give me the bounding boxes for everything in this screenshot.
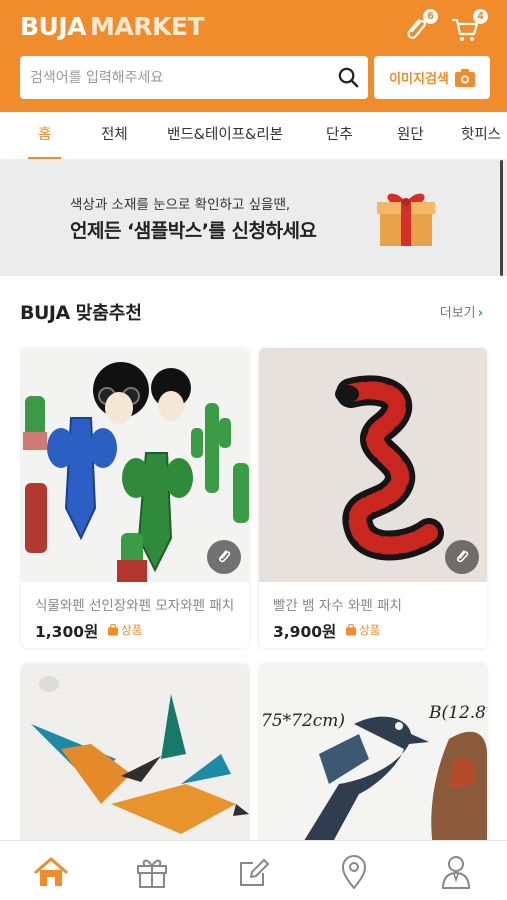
home-icon (34, 857, 68, 886)
tab-fabric[interactable]: 원단 (397, 112, 424, 159)
tab-buttons[interactable]: 단추 (326, 112, 353, 159)
tab-band-tape-ribbon[interactable]: 밴드&테이프&리본 (167, 112, 283, 159)
banner-line-2: 언제든 ‘샘플박스’를 신청하세요 (70, 220, 317, 242)
logo-secondary: MARKET (90, 12, 204, 41)
user-icon (442, 856, 470, 889)
chevron-right-icon: › (477, 306, 483, 321)
shopping-bag-icon (346, 624, 356, 636)
shopping-bag-icon (108, 624, 118, 636)
kingfisher-patch-image (21, 664, 249, 854)
search-input[interactable] (30, 56, 330, 99)
image-search-button[interactable]: 이미지검색 (374, 56, 490, 99)
search-icon[interactable] (337, 66, 360, 89)
clip-button[interactable] (445, 540, 479, 574)
product-card[interactable]: 빨간 뱀 자수 와펜 패치 3,900원 상품 (259, 348, 487, 648)
product-card[interactable] (21, 664, 249, 854)
cart-count-badge: 4 (473, 9, 488, 24)
logo-primary: BUJA (20, 12, 87, 41)
gift-box-illustration (377, 193, 435, 246)
tab-home[interactable]: 홈 (27, 112, 62, 159)
clip-count-badge: 6 (423, 9, 438, 24)
dimension-note-right: B(12.8* (428, 703, 487, 723)
product-price: 1,300원 (35, 623, 99, 641)
tab-all[interactable]: 전체 (101, 112, 128, 159)
image-search-label: 이미지검색 (389, 72, 449, 87)
clip-button[interactable]: 6 (400, 9, 438, 44)
tab-hotfix[interactable]: 핫피스 (461, 112, 501, 159)
product-card[interactable]: 75*72cm) B(12.8* (259, 664, 487, 854)
nav-write[interactable] (235, 853, 273, 891)
product-price: 3,900원 (273, 623, 337, 641)
scroll-indicator[interactable] (500, 160, 503, 276)
product-name[interactable]: 식물와펜 선인장와펜 모자와펜 패치 (35, 594, 241, 614)
gift-icon (137, 859, 167, 888)
clip-button[interactable] (207, 540, 241, 574)
paperclip-icon (457, 550, 469, 563)
product-tag: 상품 (345, 622, 380, 638)
birds-patch-image: 75*72cm) B(12.8* (259, 664, 487, 854)
app-header: BUJA MARKET 6 4 이미지검색 (0, 0, 507, 112)
product-tag: 상품 (107, 622, 142, 638)
product-name[interactable]: 빨간 뱀 자수 와펜 패치 (273, 594, 479, 614)
nav-my-page[interactable] (437, 853, 475, 891)
search-box (20, 56, 368, 99)
location-pin-icon (342, 855, 366, 889)
section-title-text: 맞춤추천 (75, 303, 142, 324)
section-brand: BUJA (20, 302, 70, 324)
nav-gift[interactable] (133, 853, 171, 891)
dimension-note-left: 75*72cm) (261, 711, 345, 731)
banner-line-1: 색상과 소재를 눈으로 확인하고 싶을땐, (70, 197, 291, 213)
app-logo[interactable]: BUJA MARKET (20, 12, 204, 42)
edit-icon (240, 859, 269, 886)
product-tag-label: 상품 (121, 623, 143, 637)
bottom-nav (0, 840, 507, 900)
product-tag-label: 상품 (359, 623, 381, 637)
category-tabs: 홈 전체 밴드&테이프&리본 단추 원단 핫피스 (0, 112, 507, 160)
more-link[interactable]: 더보기 › (440, 302, 483, 321)
camera-icon (454, 68, 475, 87)
cart-button[interactable]: 4 (450, 9, 488, 44)
product-card[interactable]: 식물와펜 선인장와펜 모자와펜 패치 1,300원 상품 (21, 348, 249, 648)
paperclip-icon (219, 550, 231, 563)
section-title: BUJA 맞춤추천 (20, 299, 142, 325)
nav-location[interactable] (335, 853, 373, 891)
more-label: 더보기 (439, 306, 476, 321)
nav-home[interactable] (32, 853, 70, 891)
